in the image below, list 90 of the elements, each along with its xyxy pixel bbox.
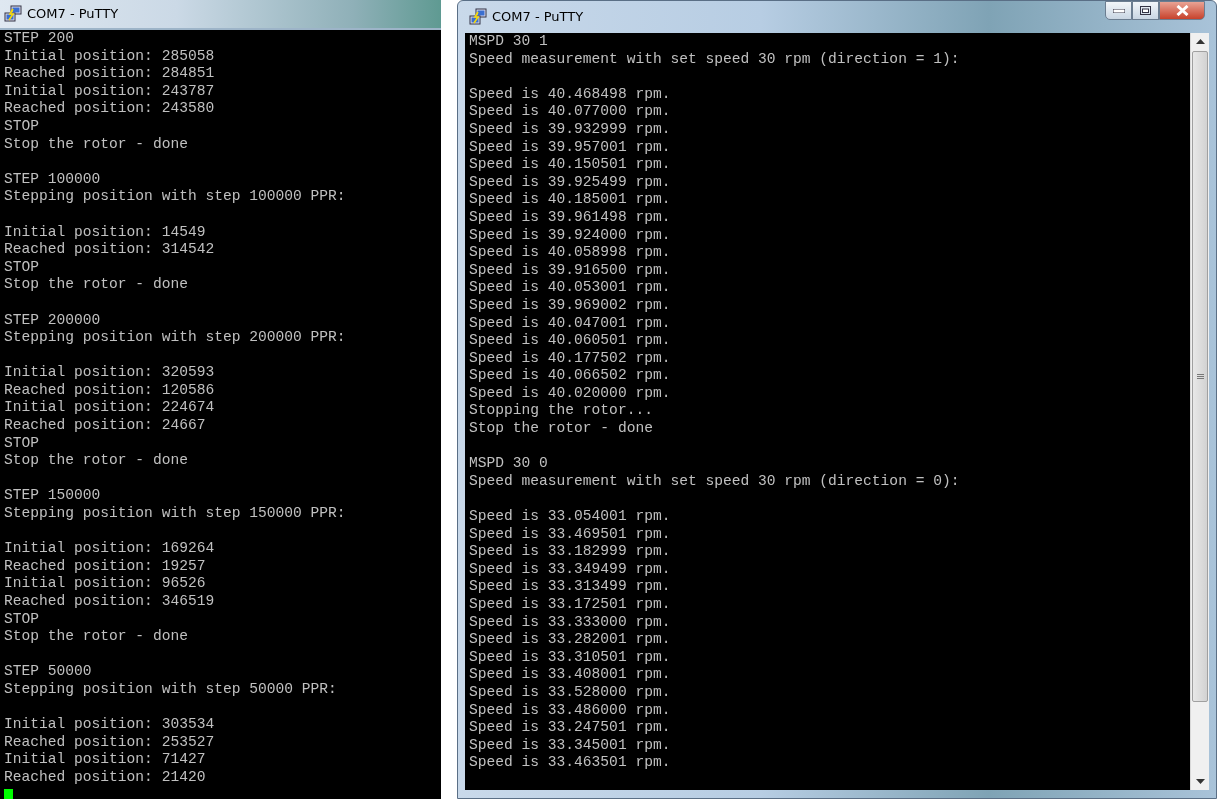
terminal-line: STOP [4,258,40,277]
terminal-line: MSPD 30 1 [469,33,548,51]
terminal-line: Speed is 39.932999 rpm. [469,120,671,139]
terminal-line: Speed is 39.957001 rpm. [469,138,671,157]
terminal-line: Reached position: 21420 [4,768,206,787]
terminal-line: Speed is 39.969002 rpm. [469,296,671,315]
terminal-line: Speed is 40.468498 rpm. [469,85,671,104]
terminal-line: Reached position: 314542 [4,241,215,259]
terminal-line: STEP 50000 [4,663,92,681]
terminal-line: STEP 100000 [4,170,101,189]
terminal-line: Initial position: 303534 [4,716,215,734]
terminal-line: Initial position: 96526 [4,575,206,593]
terminal-line: Initial position: 224674 [4,399,215,418]
maximize-button[interactable] [1132,1,1159,20]
computer-icon [4,5,22,23]
terminal-line: Speed is 33.313499 rpm. [469,578,671,596]
terminal-line: Speed is 40.053001 rpm. [469,279,671,297]
computer-icon [469,8,487,26]
terminal-line: Speed is 33.528000 rpm. [469,683,671,702]
terminal-line: Stop the rotor - done [4,135,188,154]
maximize-icon [1140,6,1151,15]
terminal-line: Speed is 33.333000 rpm. [469,613,671,632]
terminal-line: Stepping position with step 200000 PPR: [4,329,346,347]
terminal-line: STOP [4,434,40,453]
terminal-line: Speed is 40.020000 rpm. [469,384,671,403]
terminal-line: Speed is 40.150501 rpm. [469,156,671,174]
terminal-line: Initial position: 320593 [4,364,215,382]
terminal-line: Initial position: 14549 [4,223,206,242]
terminal-line: Speed is 33.469501 rpm. [469,525,671,544]
terminal-line: Stepping position with step 150000 PPR: [4,505,346,523]
terminal-line: MSPD 30 0 [469,455,548,473]
terminal-line: Speed is 40.177502 rpm. [469,349,671,368]
terminal-line: Speed is 40.185001 rpm. [469,191,671,209]
scrollbar[interactable] [1190,33,1209,790]
terminal-line: STEP 150000 [4,487,101,506]
terminal-line: Reached position: 253527 [4,733,215,752]
terminal-line: Reached position: 346519 [4,593,215,611]
terminal-line: Speed measurement with set speed 30 rpm (direction = 1): [469,50,960,69]
terminal-line: Initial position: 169264 [4,540,215,558]
terminal-line: Speed is 40.058998 rpm. [469,244,671,262]
terminal-line: Stop the rotor - done [4,276,188,294]
terminal-line: Reached position: 284851 [4,65,215,83]
scroll-down-icon[interactable] [1195,779,1205,784]
terminal-line: Stepping position with step 100000 PPR: [4,188,346,206]
terminal-line: Speed measurement with set speed 30 rpm (direction = 0): [469,472,960,491]
terminal-line: Speed is 39.961498 rpm. [469,208,671,227]
terminal-line: STEP 200000 [4,311,101,330]
scroll-thumb[interactable] [1192,51,1208,702]
grip-icon [1196,373,1204,380]
terminal-line: Reached position: 24667 [4,417,206,435]
window-title: COM7 - PuTTY [27,5,119,24]
terminal-line: Speed is 33.408001 rpm. [469,666,671,684]
terminal-line: Speed is 33.182999 rpm. [469,543,671,561]
close-button[interactable] [1159,1,1205,20]
terminal-line: Reached position: 120586 [4,381,215,400]
terminal-line: Speed is 40.066502 rpm. [469,367,671,385]
terminal-line: Speed is 40.047001 rpm. [469,314,671,333]
terminal-line: Stepping position with step 50000 PPR: [4,680,337,699]
terminal-line: Speed is 39.916500 rpm. [469,261,671,280]
terminal-line: Stop the rotor - done [4,452,188,470]
terminal-line: Stop the rotor - done [469,420,653,438]
terminal-line: Speed is 33.310501 rpm. [469,648,671,667]
terminal-line: Initial position: 71427 [4,751,206,769]
terminal-line: Speed is 33.463501 rpm. [469,754,671,772]
minimize-icon [1112,8,1125,13]
terminal-line: Speed is 39.925499 rpm. [469,173,671,192]
window-title: COM7 - PuTTY [492,8,584,27]
minimize-button[interactable] [1105,1,1132,20]
close-icon [1175,5,1189,16]
terminal-line: Speed is 40.077000 rpm. [469,103,671,121]
terminal-line: Stop the rotor - done [4,628,188,646]
terminal-line: Speed is 33.172501 rpm. [469,596,671,614]
text-cursor [4,788,13,799]
terminal-line: Speed is 40.060501 rpm. [469,332,671,350]
terminal-line: STOP [4,117,40,136]
terminal-line: Speed is 33.054001 rpm. [469,508,671,526]
terminal-line: STOP [4,610,40,629]
terminal-line: Reached position: 19257 [4,557,206,576]
terminal-line: Reached position: 243580 [4,100,215,118]
scroll-up-icon[interactable] [1195,39,1205,44]
terminal-line: STEP 200 [4,30,75,48]
terminal-line: Initial position: 285058 [4,47,215,66]
terminal-line: Speed is 33.345001 rpm. [469,736,671,755]
terminal-line: Speed is 33.282001 rpm. [469,631,671,649]
terminal-line: Initial position: 243787 [4,82,215,101]
terminal-line: Speed is 33.247501 rpm. [469,719,671,737]
terminal-line: Speed is 33.349499 rpm. [469,560,671,579]
terminal-line: Speed is 39.924000 rpm. [469,226,671,245]
terminal-line: Speed is 33.486000 rpm. [469,701,671,720]
terminal-line: Stopping the rotor... [469,402,653,421]
